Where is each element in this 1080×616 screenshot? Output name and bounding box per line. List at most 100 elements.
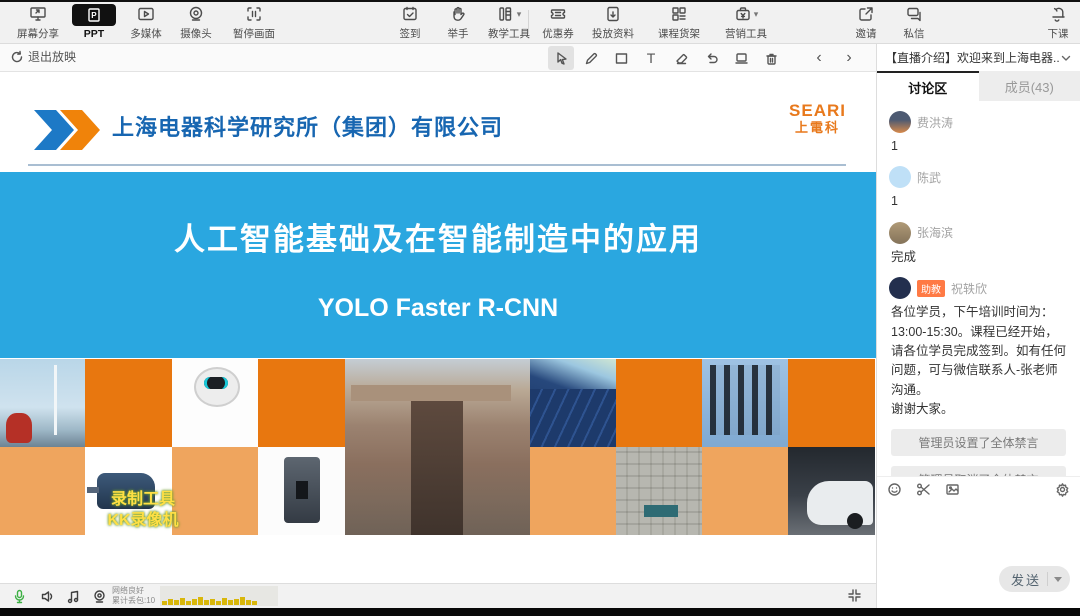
electric-motor-photo xyxy=(85,447,172,535)
pen-icon xyxy=(584,51,599,66)
marketing-tools-button[interactable]: ▾ 营销工具 xyxy=(714,4,778,42)
chevron-down-icon xyxy=(1060,52,1072,64)
microphone-button[interactable] xyxy=(8,587,30,605)
speaker-icon xyxy=(40,589,55,604)
music-button[interactable] xyxy=(62,587,84,605)
orange-tile xyxy=(616,359,702,447)
undo-tool-button[interactable] xyxy=(698,46,724,70)
avatar xyxy=(889,111,911,133)
toolbar-label: 摄像头 xyxy=(180,26,212,41)
toolbar-label: 下课 xyxy=(1048,26,1069,41)
send-row: 发送 xyxy=(877,564,1080,600)
toolbar-label: 优惠券 xyxy=(542,26,574,41)
sender-name: 祝轶欣 xyxy=(951,280,987,297)
tab-discussion[interactable]: 讨论区 xyxy=(877,71,979,101)
live-classroom-window: 屏幕分享 P PPT 多媒体 摄像头 暂停画面 签到 举手 ▾ 教学工具 xyxy=(0,0,1080,614)
live-room-header[interactable]: 【直播介绍】欢迎来到上海电器... xyxy=(877,44,1080,71)
seari-logo-chinese: 上電科 xyxy=(789,121,846,134)
delete-tool-button[interactable] xyxy=(758,46,784,70)
audio-waveform xyxy=(160,586,278,606)
multimedia-icon xyxy=(129,4,163,24)
toolbar-label: 教学工具 xyxy=(488,26,530,41)
private-message-button[interactable]: 私信 xyxy=(886,4,942,42)
orange-tile xyxy=(788,359,875,447)
chat-message: 张海滨 完成 xyxy=(889,222,1068,267)
screen-share-icon xyxy=(21,4,55,24)
tab-members[interactable]: 成员(43) xyxy=(979,71,1080,101)
top-toolbar: 屏幕分享 P PPT 多媒体 摄像头 暂停画面 签到 举手 ▾ 教学工具 xyxy=(0,2,1080,44)
slide-sub-toolbar: 退出放映 T ‹ › xyxy=(0,44,876,72)
end-class-icon xyxy=(1041,4,1075,24)
wind-turbine-photo xyxy=(0,359,85,447)
rectangle-tool-button[interactable] xyxy=(608,46,634,70)
toolbar-label: 多媒体 xyxy=(130,26,162,41)
message-text: 1 xyxy=(891,137,1068,156)
sender-name: 费洪涛 xyxy=(917,114,953,131)
toolbar-label: 邀请 xyxy=(856,26,877,41)
sign-in-icon xyxy=(393,4,427,24)
sidebar-tabs: 讨论区 成员(43) xyxy=(877,71,1080,101)
prev-page-button[interactable]: ‹ xyxy=(806,46,832,70)
system-message: 管理员取消了全体禁言 xyxy=(891,466,1066,476)
packet-loss: 累计丢包:10 xyxy=(112,596,155,606)
network-status: 网络良好 累计丢包:10 xyxy=(112,586,155,606)
message-text: 完成 xyxy=(891,248,1068,267)
rectangle-icon xyxy=(614,51,629,66)
photo-mosaic xyxy=(0,359,876,535)
solar-panels-photo xyxy=(530,359,616,447)
end-class-button[interactable]: 下课 xyxy=(1030,4,1080,42)
slide-title: 人工智能基础及在智能制造中的应用 xyxy=(0,214,876,259)
image-icon[interactable] xyxy=(945,482,960,497)
toolbar-label: 营销工具 xyxy=(725,26,767,41)
send-button[interactable]: 发送 xyxy=(999,566,1070,592)
toolbar-label: 投放资料 xyxy=(592,26,634,41)
ppt-icon: P xyxy=(72,4,116,26)
toolbar-divider xyxy=(528,10,529,34)
system-message: 管理员设置了全体禁言 xyxy=(891,429,1066,456)
board-tool-button[interactable] xyxy=(728,46,754,70)
live-room-title: 【直播介绍】欢迎来到上海电器... xyxy=(885,49,1060,66)
music-icon xyxy=(66,589,81,604)
coupon-button[interactable]: 优惠券 xyxy=(530,4,586,42)
orange-tile xyxy=(530,447,616,535)
send-options-caret-icon[interactable] xyxy=(1054,577,1062,582)
select-tool-button[interactable] xyxy=(548,46,574,70)
text-tool-button[interactable]: T xyxy=(638,46,664,70)
orange-tile xyxy=(172,447,258,535)
title-banner: 人工智能基础及在智能制造中的应用 YOLO Faster R-CNN xyxy=(0,172,876,358)
drawing-toolbar: T ‹ › xyxy=(548,46,862,70)
settings-icon[interactable] xyxy=(1055,482,1070,497)
emoji-icon[interactable] xyxy=(887,482,902,497)
webcam-button[interactable] xyxy=(88,587,110,605)
electric-car-photo xyxy=(788,447,875,535)
toolbar-label: 暂停画面 xyxy=(233,26,275,41)
cursor-icon xyxy=(554,51,569,66)
speaker-button[interactable] xyxy=(36,587,58,605)
exit-slideshow-button[interactable]: 退出放映 xyxy=(10,48,76,65)
camera-button[interactable]: 摄像头 xyxy=(168,4,224,42)
pen-tool-button[interactable] xyxy=(578,46,604,70)
screen-share-button[interactable]: 屏幕分享 xyxy=(10,4,66,42)
ppt-button[interactable]: P PPT xyxy=(66,4,122,42)
scissors-icon[interactable] xyxy=(916,482,931,497)
eraser-tool-button[interactable] xyxy=(668,46,694,70)
toolbar-label: PPT xyxy=(84,28,104,40)
pause-screen-button[interactable]: 暂停画面 xyxy=(226,4,282,42)
message-text: 1 xyxy=(891,192,1068,211)
chat-message: 费洪涛 1 xyxy=(889,111,1068,156)
collapse-toolbar-button[interactable] xyxy=(847,588,862,608)
whiteboard-icon xyxy=(734,51,749,66)
course-shelf-button[interactable]: 课程货架 xyxy=(648,4,710,42)
exit-slideshow-icon xyxy=(10,50,24,64)
multimedia-button[interactable]: 多媒体 xyxy=(118,4,174,42)
header-rule xyxy=(28,164,846,166)
next-page-button[interactable]: › xyxy=(836,46,862,70)
toolbar-label: 屏幕分享 xyxy=(17,26,59,41)
materials-button[interactable]: 投放资料 xyxy=(582,4,644,42)
chat-input[interactable] xyxy=(877,502,1080,564)
orange-tile xyxy=(85,359,172,447)
assistant-badge: 助教 xyxy=(917,280,945,297)
toolbar-label: 举手 xyxy=(448,26,469,41)
message-list[interactable]: 费洪涛 1 陈武 1 张海滨 完成 助教祝轶欣 各位学员，下午培训时间为：13:… xyxy=(877,101,1080,476)
teaching-tools-icon: ▾ xyxy=(492,4,526,24)
